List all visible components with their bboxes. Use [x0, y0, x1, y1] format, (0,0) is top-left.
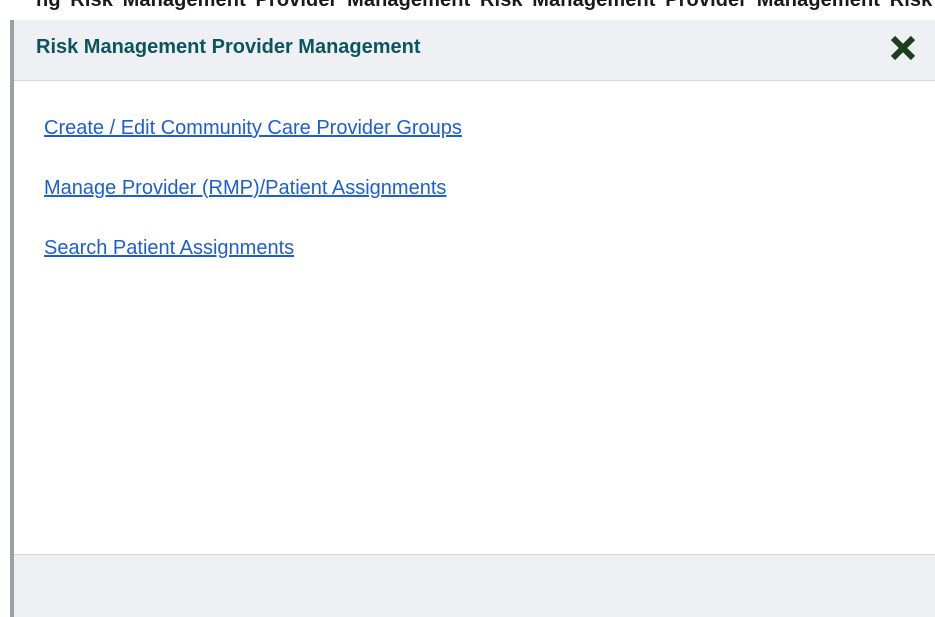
search-patient-assignments-link[interactable]: Search Patient Assignments: [44, 237, 294, 260]
dialog-footer: [14, 554, 935, 617]
manage-provider-patient-assignments-link[interactable]: Manage Provider (RMP)/Patient Assignment…: [44, 177, 446, 200]
close-button[interactable]: [885, 30, 921, 66]
close-x-icon: [890, 35, 916, 61]
provider-management-dialog: Risk Management Provider Management Crea…: [10, 20, 935, 617]
create-edit-provider-groups-link[interactable]: Create / Edit Community Care Provider Gr…: [44, 117, 462, 140]
page: ng Risk Management Provider Management R…: [0, 0, 935, 617]
background-heading-text: ng Risk Management Provider Management R…: [36, 0, 935, 11]
dialog-title: Risk Management Provider Management: [36, 36, 421, 58]
background-page-heading: ng Risk Management Provider Management R…: [0, 0, 935, 22]
dialog-body: Create / Edit Community Care Provider Gr…: [14, 81, 935, 554]
dialog-header: Risk Management Provider Management: [14, 20, 935, 81]
